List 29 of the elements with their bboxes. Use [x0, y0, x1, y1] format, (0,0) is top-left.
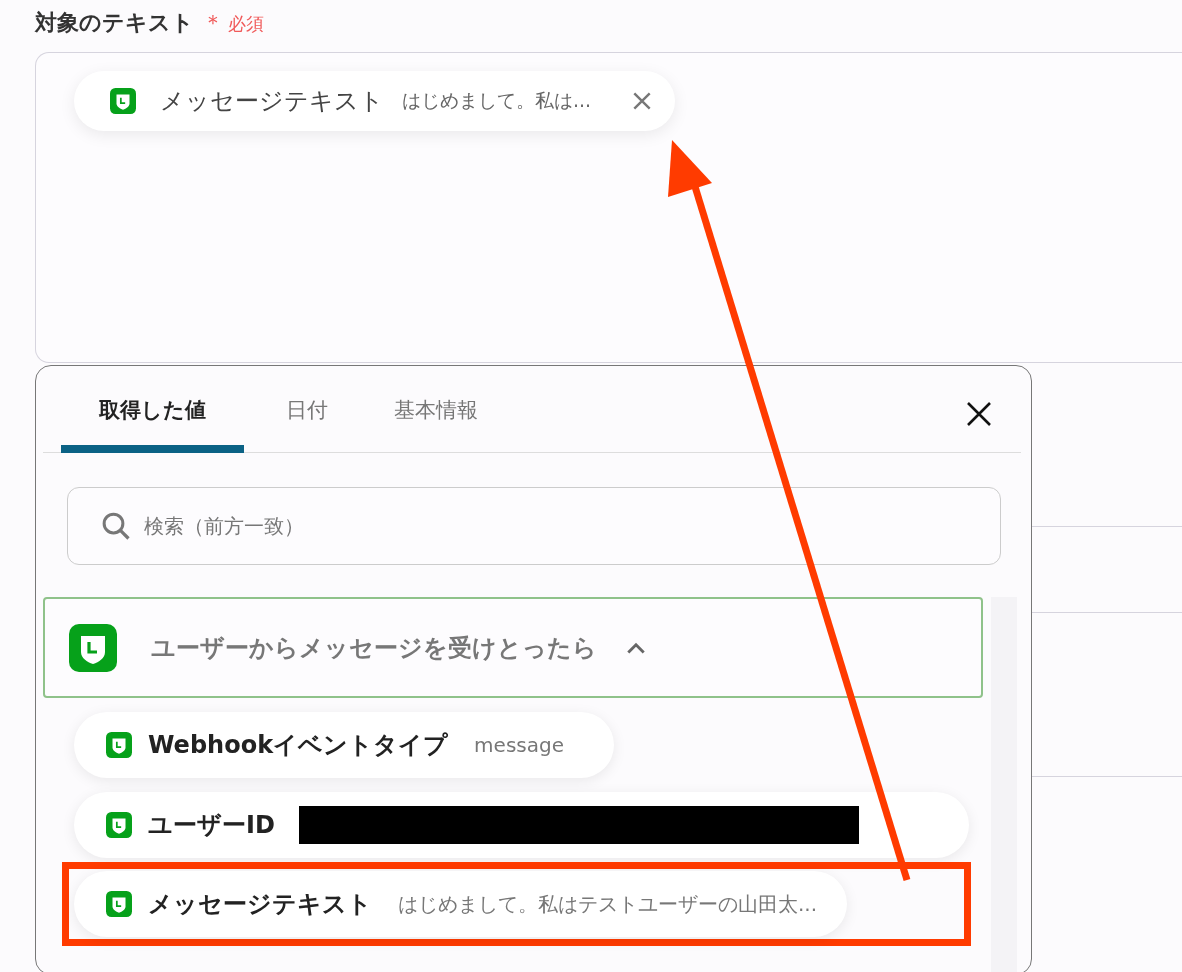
tab[interactable]: 基本情報: [370, 366, 502, 453]
item-name: ユーザーID: [148, 810, 275, 841]
item-name: Webhookイベントタイプ: [148, 730, 449, 761]
search-icon: [101, 511, 131, 541]
tab[interactable]: 日付: [262, 366, 352, 453]
tab[interactable]: 取得した値: [61, 366, 244, 453]
chat-app-icon: [110, 88, 136, 114]
required-text: 必須: [228, 12, 264, 36]
required-mark: ＊: [202, 9, 224, 37]
text-input-area[interactable]: メッセージテキスト はじめまして。私は...: [35, 52, 1182, 363]
item-value: はじめまして。私はテストユーザーの山田太...: [398, 890, 818, 918]
value-item[interactable]: ユーザーID: [74, 792, 969, 858]
item-name: メッセージテキスト: [148, 889, 372, 920]
chat-app-icon: [69, 623, 117, 672]
group-title: ユーザーからメッセージを受けとったら: [151, 632, 597, 664]
value-item[interactable]: Webhookイベントタイプ message: [74, 712, 614, 778]
field-label: 対象のテキスト: [35, 9, 194, 37]
variable-chip[interactable]: メッセージテキスト はじめまして。私は...: [74, 71, 676, 131]
chat-app-icon: [106, 812, 132, 838]
caret-icon: [625, 640, 647, 655]
trigger-group-header[interactable]: ユーザーからメッセージを受けとったら: [43, 597, 983, 698]
close-icon[interactable]: [965, 400, 993, 428]
search-field[interactable]: 検索（前方一致）: [67, 487, 1001, 565]
chip-name: メッセージテキスト: [160, 86, 384, 117]
item-value: message: [474, 733, 564, 757]
chat-app-icon: [106, 732, 132, 758]
value-item[interactable]: メッセージテキスト はじめまして。私はテストユーザーの山田太...: [74, 871, 848, 937]
chat-app-icon: [106, 891, 132, 917]
chip-value: はじめまして。私は...: [402, 88, 592, 113]
